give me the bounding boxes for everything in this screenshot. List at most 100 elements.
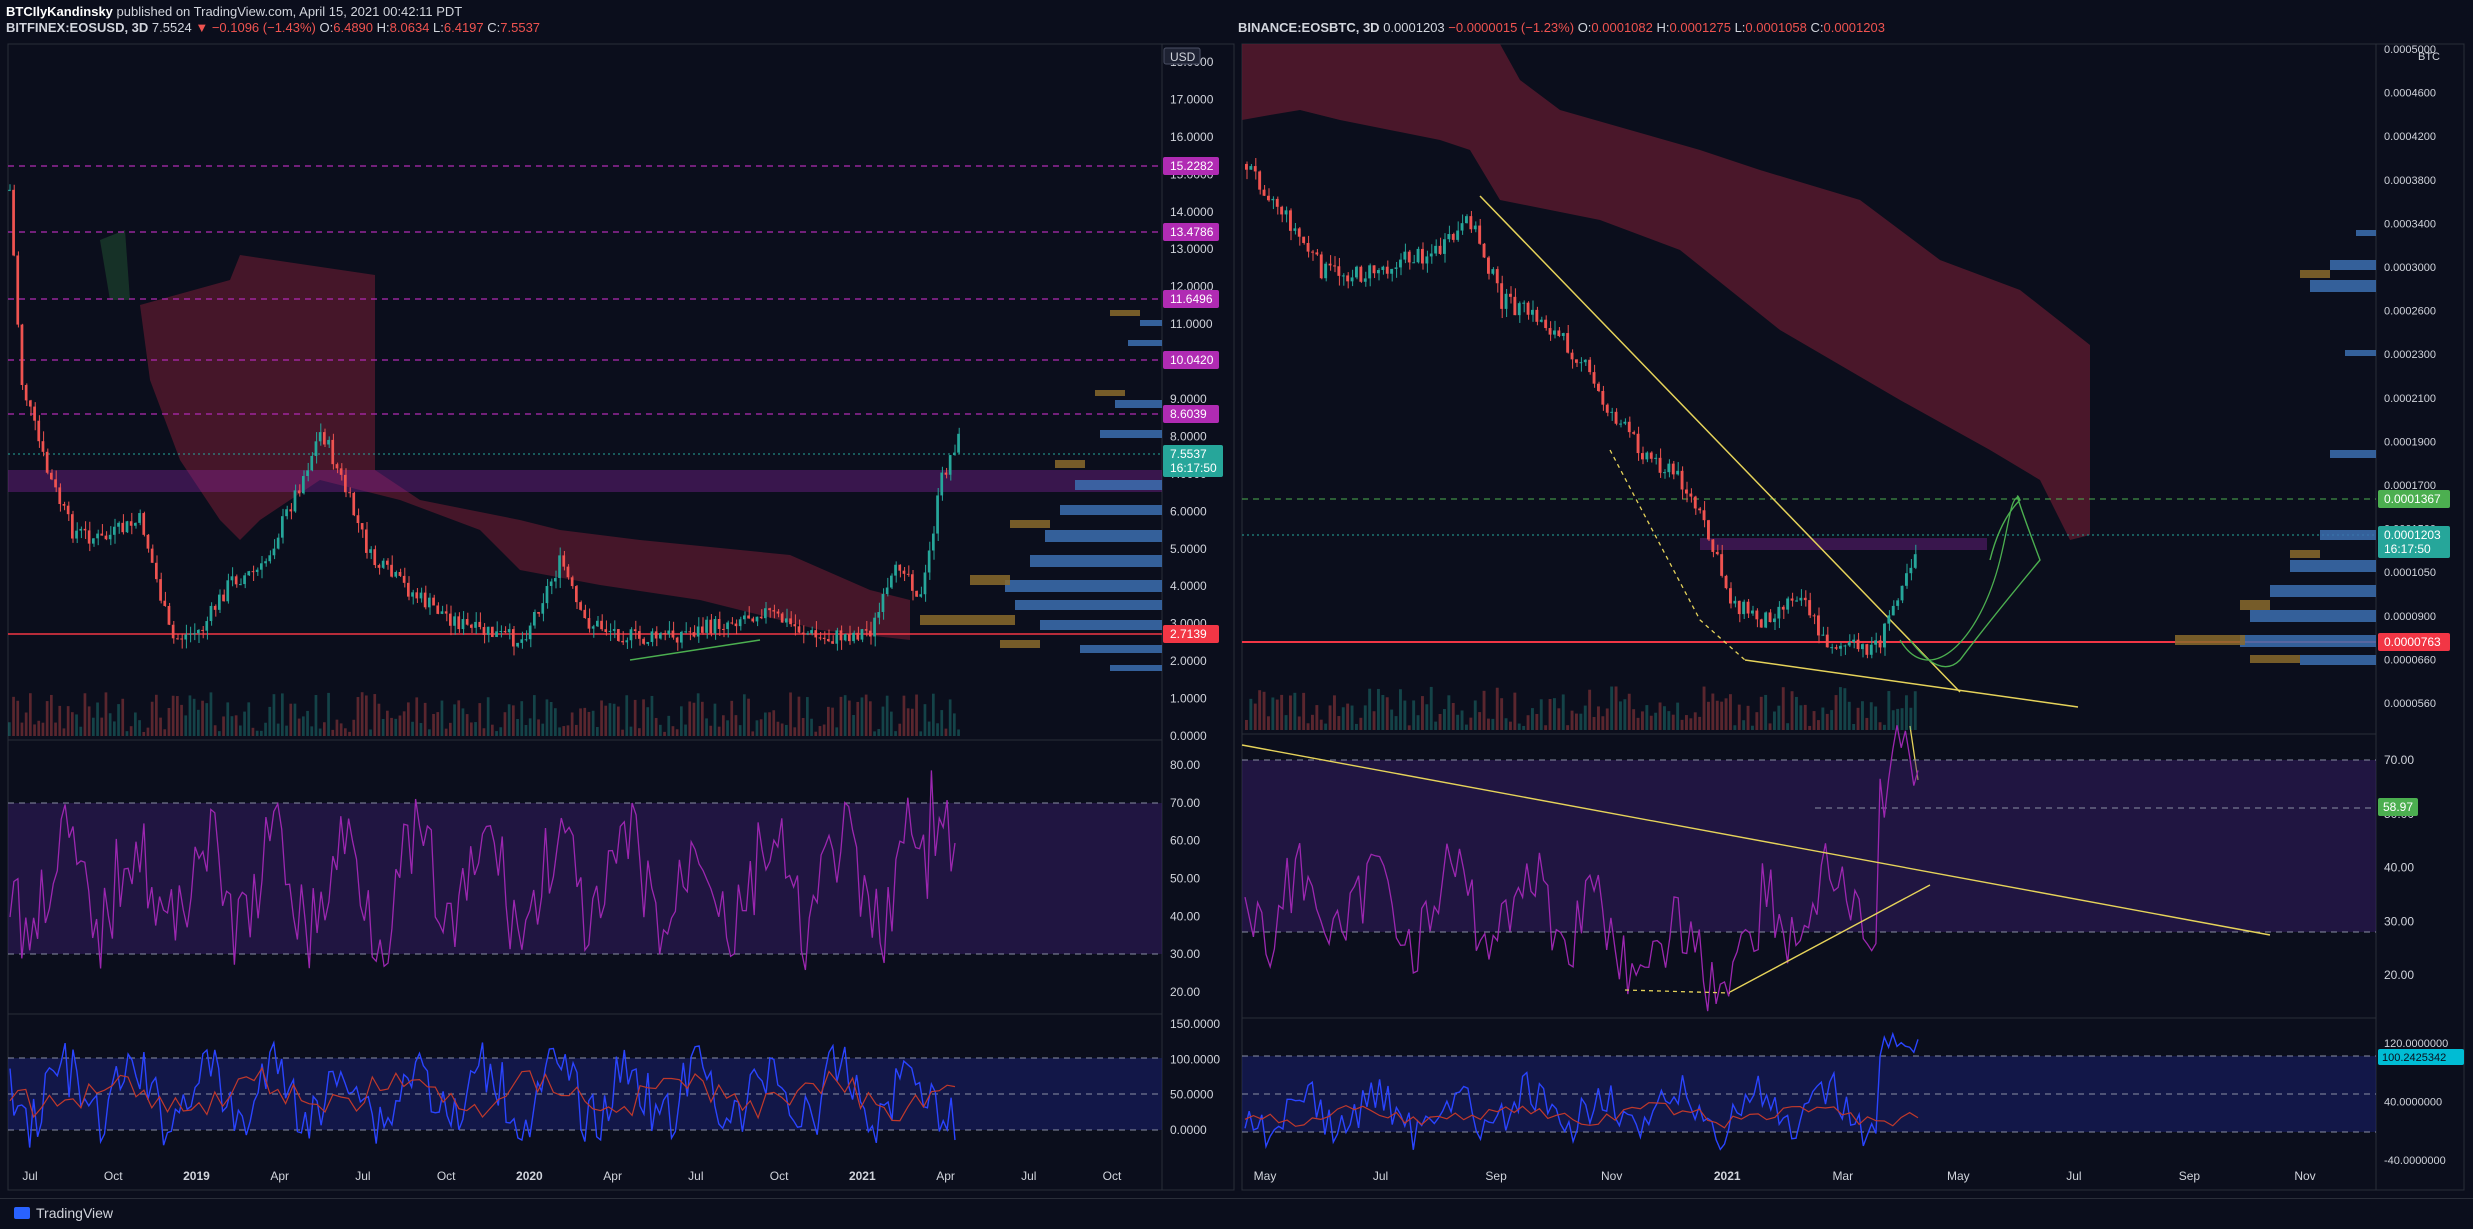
left-time-tick: Oct <box>104 1169 123 1183</box>
candle-body <box>29 400 32 407</box>
volume-bar <box>1658 702 1662 730</box>
candle-body <box>436 605 440 614</box>
volume-bar <box>1262 691 1266 730</box>
candle-body <box>789 618 792 625</box>
volume-bar <box>873 731 876 736</box>
candle-body <box>1878 640 1882 648</box>
candle-body <box>654 631 658 639</box>
candle-body <box>1289 210 1292 231</box>
candle-body <box>797 626 801 633</box>
volume-bar <box>234 715 238 736</box>
volume-bar <box>902 695 906 736</box>
candle-body <box>197 629 200 634</box>
candle-body <box>285 509 288 517</box>
volume-bar <box>541 723 545 736</box>
left-time-tick: Apr <box>936 1169 955 1183</box>
candle-body <box>906 573 910 575</box>
right-volume-profile-brown <box>2175 270 2330 663</box>
candle-body <box>1605 404 1609 413</box>
volume-bar <box>1548 699 1552 730</box>
right-main-decor <box>1242 44 2376 781</box>
candle-body <box>398 571 402 576</box>
candle-body <box>302 476 305 494</box>
candle-body <box>1812 615 1816 617</box>
candle-body <box>793 624 797 627</box>
volume-bar <box>1341 707 1345 730</box>
volume-bar <box>566 725 570 736</box>
left-rsi-scale[interactable]: 80.00 70.00 60.00 50.00 40.00 30.00 20.00 <box>1170 758 1200 999</box>
candle-body <box>852 632 855 642</box>
candle-body <box>1333 265 1336 267</box>
volume-bar <box>419 723 423 736</box>
candle-body <box>818 637 822 639</box>
volume-bar <box>1764 694 1768 730</box>
right-price-tick: 0.0000660 <box>2384 654 2436 666</box>
volume-bar <box>155 694 158 736</box>
candle-body <box>373 549 377 566</box>
volume-bar <box>713 703 717 736</box>
volume-bar <box>188 695 192 736</box>
candle-body <box>281 516 284 538</box>
volume-bar <box>1847 701 1851 730</box>
volume-bar <box>898 723 902 736</box>
volume-bar <box>1711 693 1715 730</box>
candle-body <box>335 464 339 469</box>
right-time-tick: Nov <box>1601 1169 1622 1183</box>
volume-bar <box>1443 709 1446 730</box>
candle-body <box>1614 411 1618 424</box>
volume-bar <box>936 723 939 736</box>
candle-body <box>898 564 902 571</box>
right-time-tick: Sep <box>2179 1169 2201 1183</box>
volume-bar <box>1302 692 1306 730</box>
candle-body <box>1619 423 1622 425</box>
candle-body <box>1746 601 1750 614</box>
candle-body <box>667 630 671 635</box>
volume-bar <box>923 704 927 736</box>
volume-bar <box>1526 715 1530 730</box>
left-rsi-tick: 70.00 <box>1170 796 1200 810</box>
volume-bar <box>1698 716 1702 730</box>
left-cci-tick: 0.0000 <box>1170 1123 1207 1137</box>
right-price-tick: 0.0002100 <box>2384 393 2436 405</box>
volume-bar <box>394 718 398 736</box>
candle-body <box>62 504 66 506</box>
candle-body <box>709 619 713 634</box>
volume-bar <box>1456 714 1460 730</box>
volume-bar <box>302 716 305 736</box>
candle-body <box>839 630 843 641</box>
candle-body <box>1504 293 1508 309</box>
candle-body <box>1447 234 1451 240</box>
tradingview-logo[interactable]: TradingView <box>14 1205 113 1221</box>
candle-body <box>1482 243 1486 258</box>
candle-body <box>1368 265 1372 279</box>
candle-body <box>1768 612 1772 623</box>
volume-bar <box>772 710 776 736</box>
candle-body <box>562 555 566 567</box>
right-price-scale[interactable]: 0.00050000.00046000.00042000.00038000.00… <box>2384 44 2436 710</box>
volume-bar <box>499 727 503 736</box>
volume-bar <box>604 705 608 736</box>
right-rsi-value: 58.97 <box>2383 800 2413 814</box>
candle-body <box>54 479 57 488</box>
left-cci-scale[interactable]: 150.0000 100.0000 50.0000 0.0000 <box>1170 1017 1220 1137</box>
candle-body <box>71 514 74 539</box>
volume-bar <box>1720 701 1724 730</box>
volume-bar <box>486 697 490 736</box>
candle-body <box>507 629 511 633</box>
volume-bar <box>33 724 36 736</box>
candle-body <box>751 618 755 622</box>
right-price-tick: 0.0004200 <box>2384 131 2436 143</box>
left-time-scale[interactable]: Jul Oct 2019 Apr Jul Oct 2020 Apr Jul Oct 2021 Apr J… <box>22 1169 1122 1183</box>
candle-body <box>512 629 515 647</box>
charts-canvas[interactable]: 18.000017.000016.000015.000014.000013.00… <box>0 0 2473 1198</box>
left-time-tick: Apr <box>270 1169 289 1183</box>
candle-body <box>1341 275 1345 277</box>
right-time-scale[interactable]: May Jul Sep Nov 2021 Mar May Jul Sep Nov <box>1254 1169 2316 1183</box>
right-rsi-tick: 70.00 <box>2384 753 2414 767</box>
volume-bar <box>16 700 20 736</box>
candle-body <box>932 533 935 551</box>
right-rsi-scale[interactable]: 70.0050.0040.0030.0020.00 <box>2384 753 2414 982</box>
candle-body <box>1548 328 1552 335</box>
left-time-tick: Jul <box>1021 1169 1036 1183</box>
volume-bar <box>96 702 99 736</box>
